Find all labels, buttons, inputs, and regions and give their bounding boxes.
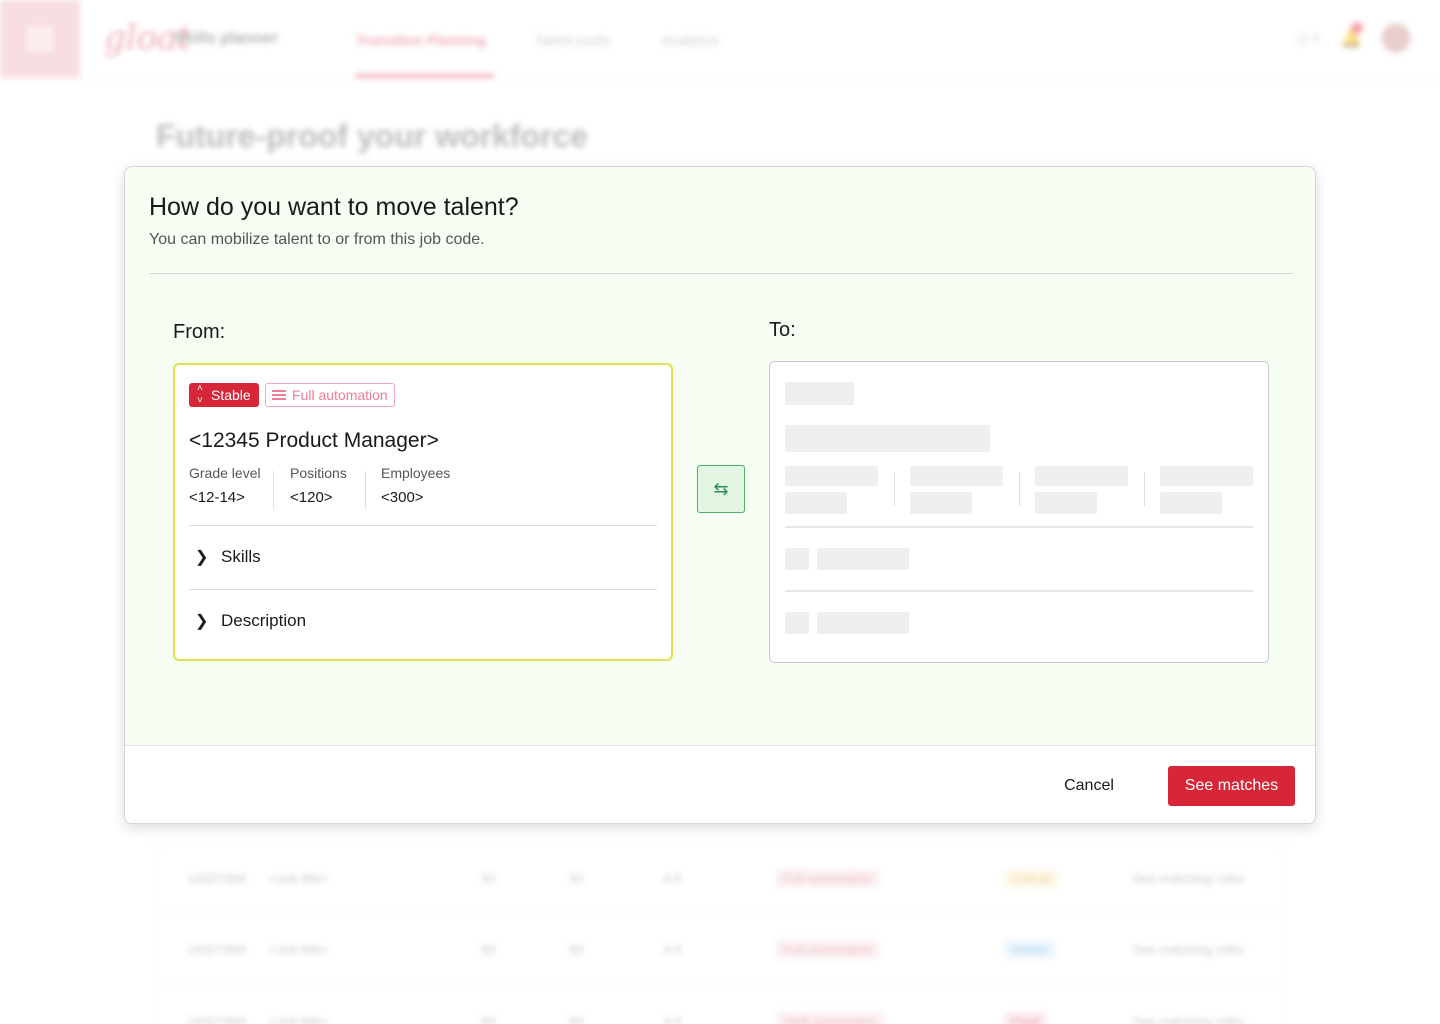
notification-badge bbox=[1351, 22, 1363, 34]
skeleton-stat-value bbox=[1160, 492, 1222, 514]
row-title: <Job title> bbox=[269, 871, 329, 886]
see-matches-button[interactable]: See matches bbox=[1168, 766, 1295, 806]
skeleton-divider bbox=[785, 590, 1253, 592]
cancel-button[interactable]: Cancel bbox=[1049, 766, 1129, 806]
active-tab-indicator bbox=[355, 74, 494, 78]
table-row[interactable]: 1432739A <Job title> 50 50 4-5 Shift aut… bbox=[156, 986, 1284, 1024]
skeleton-divider bbox=[894, 472, 895, 506]
row-employees: 50 bbox=[569, 871, 584, 886]
row-title: <Job title> bbox=[269, 942, 329, 957]
row-code: 1432739A bbox=[187, 1014, 247, 1024]
row-employees: 50 bbox=[569, 942, 584, 957]
skeleton-stat-value bbox=[1035, 492, 1097, 514]
stat-positions: Positions <120> bbox=[290, 465, 347, 506]
row-automation-badge: Full automation bbox=[775, 940, 880, 959]
skeleton-divider bbox=[1019, 472, 1020, 506]
skeleton-divider bbox=[785, 526, 1253, 528]
tab-talent-pools[interactable]: Talent pools bbox=[535, 32, 610, 48]
stat-grade-level: Grade level <12-14> bbox=[189, 465, 261, 506]
skeleton-icon bbox=[785, 548, 809, 570]
skills-label: Skills bbox=[221, 547, 261, 566]
stat-label: Employees bbox=[381, 465, 451, 481]
page-title: Future-proof your workforce bbox=[156, 118, 589, 154]
row-grade: 4-5 bbox=[663, 871, 682, 886]
stat-divider bbox=[365, 471, 366, 509]
modal-footer: Cancel See matches bbox=[125, 745, 1315, 823]
add-user-icon[interactable]: ☺+ bbox=[1293, 28, 1322, 49]
description-label: Description bbox=[221, 611, 307, 630]
card-divider bbox=[189, 589, 657, 590]
description-expander[interactable]: ❯ Description bbox=[189, 601, 657, 641]
row-automation-badge: Shift automation bbox=[775, 1012, 885, 1024]
job-title: <12345 Product Manager> bbox=[189, 429, 439, 452]
chevron-right-icon: ❯ bbox=[195, 549, 209, 566]
row-status-badge: Critical bbox=[1003, 869, 1059, 888]
move-talent-modal: How do you want to move talent? You can … bbox=[124, 166, 1316, 824]
skeleton-stat-label bbox=[910, 466, 1003, 486]
status-badge-label: Stable bbox=[211, 387, 251, 403]
row-action-link[interactable]: See matching roles bbox=[1133, 871, 1244, 886]
stat-value: <300> bbox=[381, 489, 424, 506]
skeleton-stat-value bbox=[910, 492, 972, 514]
from-job-card[interactable]: ˄ ˅ Stable Full automation <12345 Product… bbox=[173, 363, 673, 661]
row-grade: 4-5 bbox=[663, 942, 682, 957]
stable-arrows-icon: ˄ ˅ bbox=[197, 383, 203, 406]
automation-lines-icon bbox=[272, 390, 286, 400]
tab-analytics[interactable]: Analytics bbox=[662, 32, 718, 48]
swap-arrows-icon: ⇆ bbox=[713, 479, 729, 499]
modal-title: How do you want to move talent? bbox=[149, 193, 519, 221]
app-switcher-button[interactable] bbox=[0, 0, 80, 78]
skeleton-section-label bbox=[817, 548, 909, 570]
row-title: <Job title> bbox=[269, 1014, 329, 1024]
row-action-link[interactable]: See matching roles bbox=[1133, 1014, 1244, 1024]
skeleton-icon bbox=[785, 612, 809, 634]
row-positions: 50 bbox=[481, 871, 496, 886]
row-automation-badge: Full automation bbox=[775, 869, 880, 888]
chevron-right-icon: ❯ bbox=[195, 613, 209, 630]
skeleton-badge bbox=[785, 382, 854, 405]
swap-direction-button[interactable]: ⇆ bbox=[697, 465, 745, 513]
skeleton-divider bbox=[1144, 472, 1145, 506]
row-code: 1432739A bbox=[187, 942, 247, 957]
skeleton-section-label bbox=[817, 612, 909, 634]
row-action-link[interactable]: See matching roles bbox=[1133, 942, 1244, 957]
stat-divider bbox=[273, 471, 274, 509]
stat-label: Positions bbox=[290, 465, 347, 481]
stat-value: <120> bbox=[290, 489, 333, 506]
row-code: 1432739A bbox=[187, 871, 247, 886]
to-job-card-skeleton bbox=[769, 361, 1269, 663]
modal-subtitle: You can mobilize talent to or from this … bbox=[149, 231, 485, 248]
skeleton-stat-label bbox=[1035, 466, 1128, 486]
to-label: To: bbox=[769, 319, 796, 341]
stat-employees: Employees <300> bbox=[381, 465, 450, 506]
automation-badge-label: Full automation bbox=[292, 387, 388, 403]
tab-transition-planning[interactable]: Transition Planning bbox=[356, 32, 486, 48]
from-label: From: bbox=[173, 321, 226, 343]
row-positions: 50 bbox=[481, 1014, 496, 1024]
row-status-badge: Fluid bbox=[1003, 1012, 1048, 1024]
roles-table: 1432739A <Job title> 50 50 4-5 Full auto… bbox=[156, 842, 1284, 1024]
row-grade: 4-5 bbox=[663, 1014, 682, 1024]
table-row[interactable]: 1432739A <Job title> 50 50 4-5 Full auto… bbox=[156, 914, 1284, 986]
skeleton-title bbox=[785, 425, 990, 452]
automation-badge: Full automation bbox=[265, 383, 395, 407]
skeleton-stat-value bbox=[785, 492, 847, 514]
status-badge: ˄ ˅ Stable bbox=[189, 383, 259, 407]
card-divider bbox=[189, 525, 657, 526]
stat-value: <12-14> bbox=[189, 489, 245, 506]
skeleton-stat-label bbox=[785, 466, 878, 486]
table-row[interactable]: 1432739A <Job title> 50 50 4-5 Full auto… bbox=[156, 842, 1284, 914]
top-navigation-bar: gloat Skills planner Transition Planning… bbox=[0, 0, 1440, 78]
modal-divider bbox=[149, 273, 1293, 274]
grid-icon bbox=[28, 27, 52, 51]
row-positions: 50 bbox=[481, 942, 496, 957]
product-name: Skills planner bbox=[174, 30, 279, 47]
row-employees: 50 bbox=[569, 1014, 584, 1024]
skills-expander[interactable]: ❯ Skills bbox=[189, 537, 657, 577]
row-status-badge: Stable bbox=[1003, 940, 1056, 959]
avatar[interactable] bbox=[1380, 22, 1412, 54]
stat-label: Grade level bbox=[189, 465, 261, 481]
skeleton-stat-label bbox=[1160, 466, 1253, 486]
